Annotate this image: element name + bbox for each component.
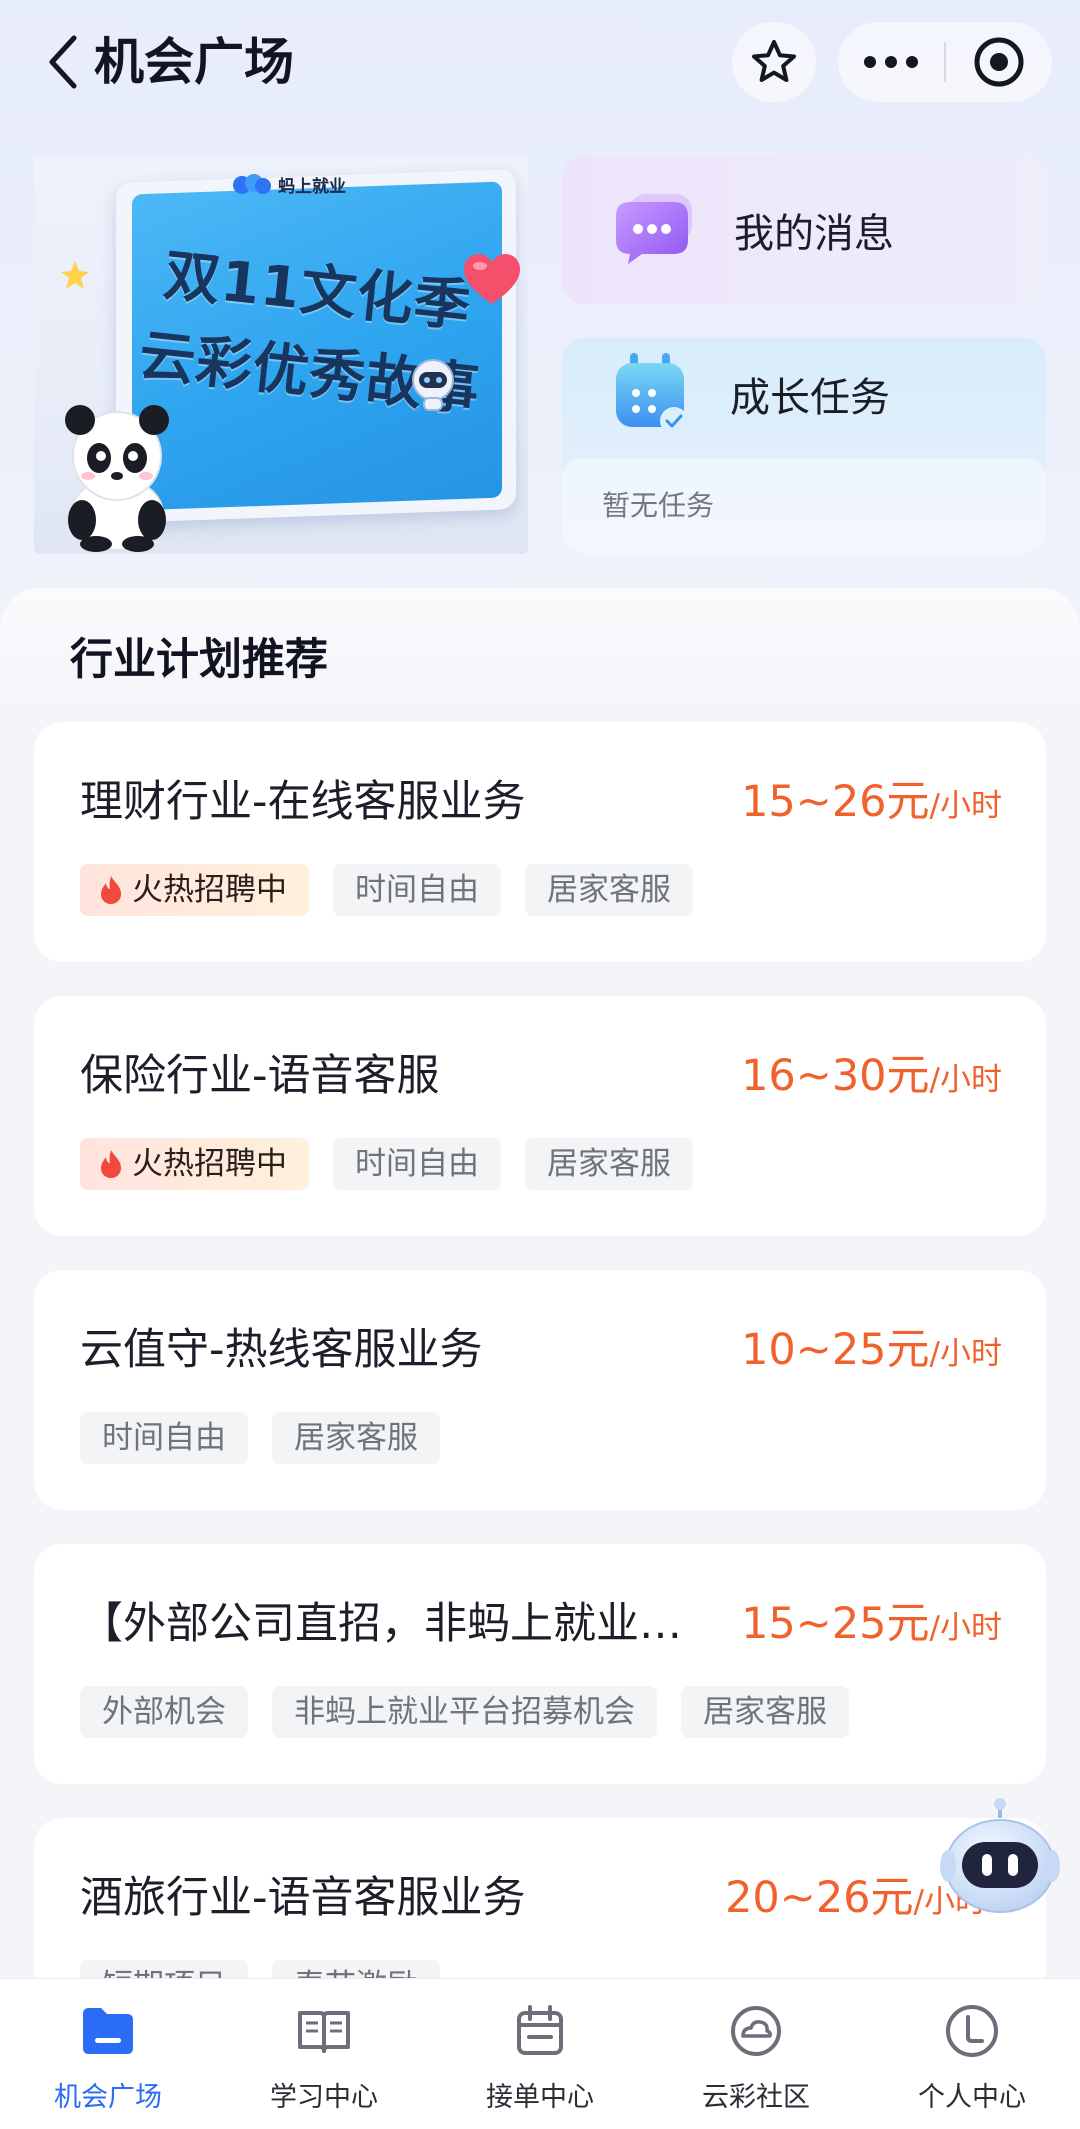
promo-banner[interactable]: 蚂上就业 双11文化季 云彩优秀故事: [34, 156, 528, 554]
folder-icon: [78, 2001, 138, 2061]
no-tasks-text: 暂无任务: [562, 458, 1046, 554]
job-card[interactable]: 【外部公司直招，非蚂上就业… 15~25元/小时 外部机会 非蚂上就业平台招募机…: [34, 1544, 1046, 1784]
chat-bubble-icon: [612, 192, 696, 268]
job-card[interactable]: 云值守-热线客服业务 10~25元/小时 时间自由 居家客服: [34, 1270, 1046, 1510]
mini-robot-icon: [412, 359, 454, 411]
back-button[interactable]: [38, 30, 88, 94]
job-salary: 15~26元/小时: [741, 774, 1002, 830]
tab-order-center[interactable]: 接单中心: [432, 1979, 648, 2129]
job-tag: 外部机会: [80, 1686, 248, 1738]
tab-label: 个人中心: [918, 2082, 1026, 2113]
job-salary: 10~25元/小时: [741, 1322, 1002, 1378]
tab-personal-center[interactable]: 个人中心: [864, 1979, 1080, 2129]
job-card[interactable]: 理财行业-在线客服业务 15~26元/小时 火热招聘中 时间自由 居家客服: [34, 722, 1046, 962]
brand-logo-icon: [232, 173, 272, 195]
more-button[interactable]: [838, 22, 944, 102]
job-title: 保险行业-语音客服: [80, 1051, 440, 1101]
favorite-button[interactable]: [732, 22, 816, 102]
job-tag: 时间自由: [333, 864, 501, 916]
fire-icon: [100, 1149, 122, 1179]
section-title: 行业计划推荐: [70, 635, 328, 685]
chevron-left-icon: [49, 35, 77, 89]
tab-cloud-community[interactable]: 云彩社区: [648, 1979, 864, 2129]
job-tag: 时间自由: [333, 1138, 501, 1190]
job-tag: 居家客服: [525, 864, 693, 916]
growth-tasks-label: 成长任务: [730, 375, 890, 421]
job-tag: 非蚂上就业平台招募机会: [272, 1686, 657, 1738]
tab-label: 学习中心: [270, 2082, 378, 2113]
salary-unit: /小时: [929, 1610, 1002, 1646]
growth-tasks-card[interactable]: 成长任务 暂无任务: [562, 338, 1046, 554]
tab-label: 接单中心: [486, 2082, 594, 2113]
panda-mascot-icon: [65, 405, 169, 552]
heart-icon: [464, 254, 520, 304]
my-messages-label: 我的消息: [734, 211, 894, 257]
salary-unit: /小时: [929, 1062, 1002, 1098]
salary-amount: 15~26元: [741, 777, 930, 827]
more-dots-icon: [864, 56, 918, 68]
job-tags: 火热招聘中 时间自由 居家客服: [80, 1138, 693, 1190]
job-title: 云值守-热线客服业务: [80, 1325, 483, 1375]
tab-label: 机会广场: [54, 2082, 162, 2113]
fire-icon: [100, 875, 122, 905]
book-icon: [294, 2001, 354, 2061]
job-card[interactable]: 保险行业-语音客服 16~30元/小时 火热招聘中 时间自由 居家客服: [34, 996, 1046, 1236]
job-tag: 时间自由: [80, 1412, 248, 1464]
growth-tasks-header: 成长任务: [562, 338, 1046, 450]
job-tag: 居家客服: [681, 1686, 849, 1738]
salary-amount: 15~25元: [741, 1599, 930, 1649]
close-mini-program-button[interactable]: [946, 22, 1052, 102]
star-icon: [752, 40, 796, 82]
tab-label: 云彩社区: [702, 2082, 810, 2113]
job-salary: 15~25元/小时: [741, 1596, 1002, 1652]
tag-label: 火热招聘中: [132, 1146, 287, 1182]
navigation-bar: 机会广场: [0, 0, 1080, 130]
industry-plan-section: 行业计划推荐 理财行业-在线客服业务 15~26元/小时 火热招聘中 时间自由 …: [0, 588, 1080, 2129]
job-title: 理财行业-在线客服业务: [80, 777, 526, 827]
calendar-icon: [612, 351, 692, 437]
salary-amount: 16~30元: [741, 1051, 930, 1101]
tag-label: 火热招聘中: [132, 872, 287, 908]
profile-icon: [942, 2001, 1002, 2061]
salary-amount: 20~26元: [725, 1873, 914, 1923]
clipboard-icon: [510, 2001, 570, 2061]
salary-unit: /小时: [929, 1336, 1002, 1372]
robot-assistant-icon: [940, 1798, 1060, 1913]
hot-hiring-tag: 火热招聘中: [80, 864, 309, 916]
target-circle-icon: [974, 37, 1024, 87]
assistant-robot-button[interactable]: [938, 1796, 1062, 1916]
my-messages-card[interactable]: 我的消息: [562, 156, 1046, 304]
job-title: 酒旅行业-语音客服业务: [80, 1873, 526, 1923]
job-tag: 居家客服: [525, 1138, 693, 1190]
bottom-tab-bar: 机会广场 学习中心 接单中心 云彩社区 个人中心: [0, 1978, 1080, 2129]
salary-amount: 10~25元: [741, 1325, 930, 1375]
page-title: 机会广场: [94, 33, 294, 91]
job-salary: 16~30元/小时: [741, 1048, 1002, 1104]
salary-unit: /小时: [929, 788, 1002, 824]
job-tags: 火热招聘中 时间自由 居家客服: [80, 864, 693, 916]
app-page: 机会广场 蚂上就业 双11文化季 云彩优秀故事 我的消息 成长任务 暂无任务 行…: [0, 0, 1080, 2129]
banner-brand: 蚂上就业: [232, 166, 346, 202]
job-tags: 外部机会 非蚂上就业平台招募机会 居家客服: [80, 1686, 849, 1738]
hot-hiring-tag: 火热招聘中: [80, 1138, 309, 1190]
tab-learning-center[interactable]: 学习中心: [216, 1979, 432, 2129]
tab-opportunity-square[interactable]: 机会广场: [0, 1979, 216, 2129]
job-title: 【外部公司直招，非蚂上就业…: [80, 1599, 682, 1649]
banner-brand-name: 蚂上就业: [278, 176, 346, 197]
job-tags: 时间自由 居家客服: [80, 1412, 440, 1464]
sparkle-star-icon: [61, 261, 89, 289]
cloud-community-icon: [726, 2001, 786, 2061]
job-tag: 居家客服: [272, 1412, 440, 1464]
mini-program-capsule: [838, 22, 1052, 102]
